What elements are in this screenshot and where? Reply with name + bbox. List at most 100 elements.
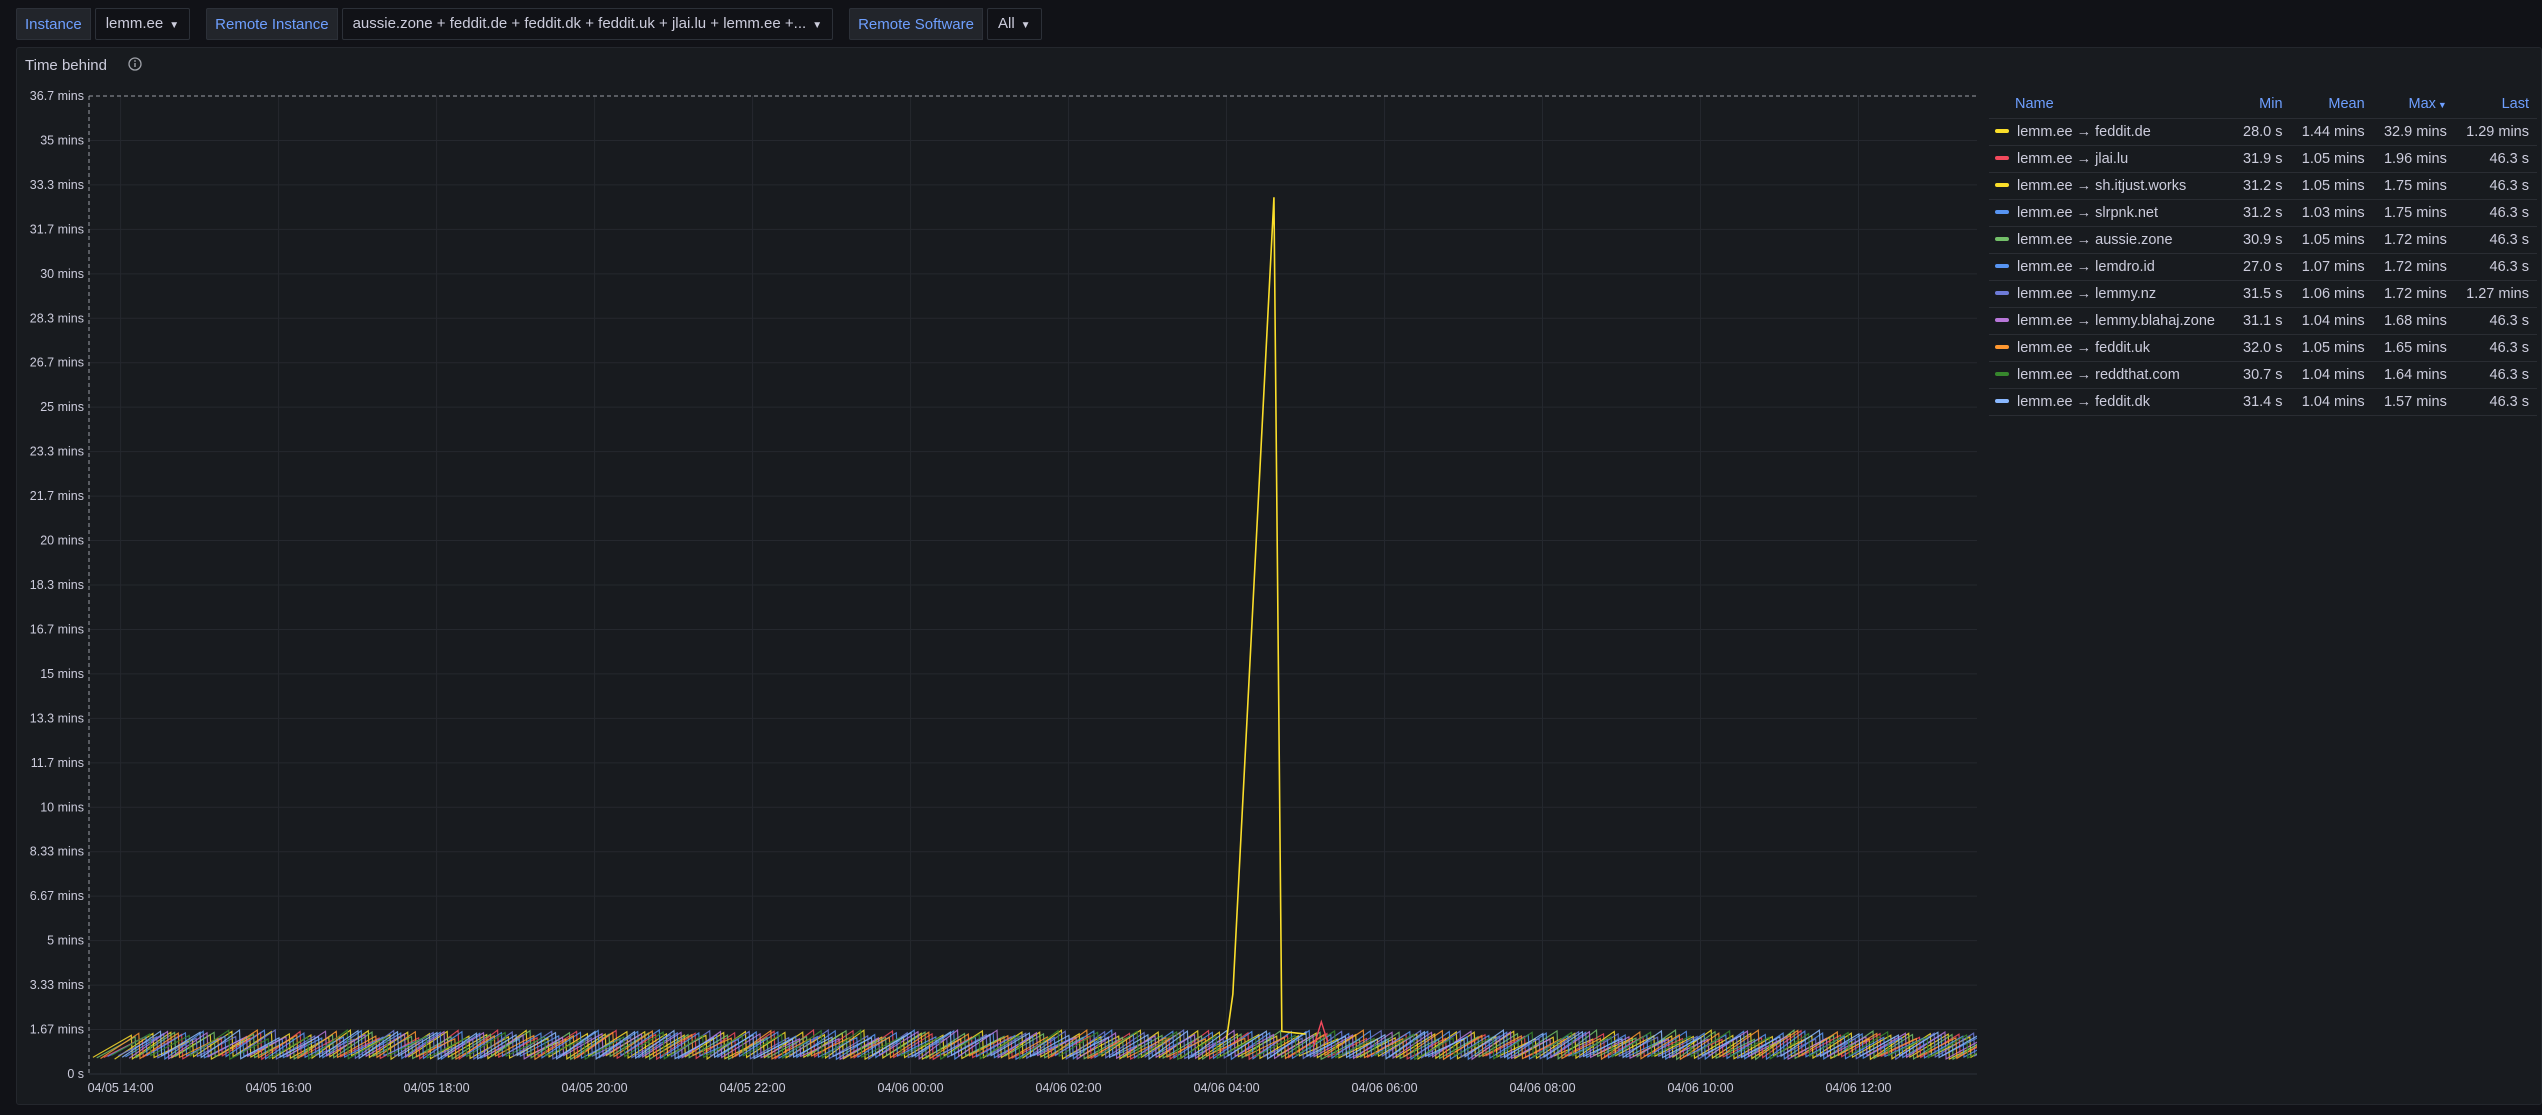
- legend-row[interactable]: lemm.ee → feddit.uk 32.0 s 1.05 mins 1.65 m…: [1989, 334, 2537, 362]
- legend-max: 1.75 mins: [2372, 199, 2455, 227]
- legend-mean: 1.04 mins: [2290, 307, 2373, 335]
- chevron-down-icon: ▼: [169, 20, 180, 31]
- y-tick-label: 8.33 mins: [30, 845, 84, 859]
- legend-series-name: lemm.ee → feddit.de: [1989, 118, 2233, 146]
- legend-header-max[interactable]: Max ▼: [2373, 90, 2455, 119]
- y-tick-label: 28.3 mins: [30, 311, 84, 325]
- chevron-down-icon: ▼: [812, 20, 823, 31]
- legend-last: 46.3 s: [2454, 388, 2537, 416]
- legend-mean: 1.03 mins: [2290, 199, 2373, 227]
- legend-series-name: lemm.ee → lemmy.nz: [1989, 280, 2233, 308]
- legend-row[interactable]: lemm.ee → lemmy.blahaj.zone 31.1 s 1.04 mi…: [1989, 307, 2537, 335]
- series-color-swatch: [1995, 317, 2009, 322]
- time-series-chart[interactable]: 0 s 1.67 mins 3.33 mins 5 mins 6.67 mins 8.33…: [17, 48, 1977, 1106]
- x-tick-label: 04/06 06:00: [1352, 1081, 1418, 1095]
- x-tick-label: 04/05 22:00: [720, 1081, 786, 1095]
- legend-last: 46.3 s: [2454, 226, 2537, 254]
- x-tick-label: 04/06 08:00: [1509, 1081, 1575, 1095]
- legend-mean: 1.06 mins: [2290, 280, 2373, 308]
- legend-row[interactable]: lemm.ee → jlai.lu 31.9 s 1.05 mins 1.96 min…: [1989, 145, 2537, 173]
- series-color-swatch: [1995, 236, 2009, 241]
- y-tick-label: 0 s: [67, 1067, 84, 1081]
- legend-min: 30.9 s: [2232, 226, 2291, 254]
- legend-last: 46.3 s: [2454, 253, 2537, 281]
- y-tick-label: 1.67 mins: [30, 1023, 84, 1037]
- legend-header-name[interactable]: Name: [1989, 90, 2233, 119]
- legend-header-min[interactable]: Min: [2233, 90, 2291, 119]
- variable-bar: Instance lemm.ee ▼ Remote Instance aussie…: [16, 8, 1042, 40]
- legend-min: 31.2 s: [2232, 172, 2291, 200]
- series-label: lemm.ee → lemmy.blahaj.zone: [2017, 313, 2215, 329]
- series-label: lemm.ee → feddit.uk: [2017, 340, 2150, 356]
- legend-row[interactable]: lemm.ee → feddit.dk 31.4 s 1.04 mins 1.57 m…: [1989, 388, 2537, 416]
- legend-row[interactable]: lemm.ee → reddthat.com 30.7 s 1.04 mins 1.6…: [1989, 361, 2537, 389]
- legend-min: 31.2 s: [2232, 199, 2291, 227]
- remote-software-variable-select[interactable]: All ▼: [986, 8, 1042, 40]
- instance-variable-value: lemm.ee: [105, 15, 164, 32]
- legend-min: 28.0 s: [2232, 118, 2291, 146]
- legend-series-name: lemm.ee → jlai.lu: [1989, 145, 2233, 173]
- remote-instance-variable-value: aussie.zone + feddit.de + feddit.dk + fe…: [352, 15, 807, 32]
- legend-last: 46.3 s: [2454, 334, 2537, 362]
- legend-row[interactable]: lemm.ee → lemdro.id 27.0 s 1.07 mins 1.72 m…: [1989, 253, 2537, 281]
- legend-mean: 1.44 mins: [2290, 118, 2373, 146]
- remote-instance-variable-label: Remote Instance: [206, 8, 338, 40]
- legend-last: 46.3 s: [2454, 145, 2537, 173]
- y-tick-label: 16.7 mins: [30, 622, 84, 636]
- y-tick-label: 25 mins: [40, 400, 84, 414]
- series-color-swatch: [1995, 128, 2009, 133]
- legend-min: 27.0 s: [2232, 253, 2291, 281]
- y-tick-label: 30 mins: [40, 267, 84, 281]
- legend-series-name: lemm.ee → sh.itjust.works: [1989, 172, 2233, 200]
- legend-mean: 1.05 mins: [2290, 226, 2373, 254]
- legend-max: 1.96 mins: [2372, 145, 2455, 173]
- legend-series-name: lemm.ee → slrpnk.net: [1989, 199, 2233, 227]
- y-tick-label: 11.7 mins: [31, 756, 84, 770]
- y-tick-label: 33.3 mins: [30, 178, 84, 192]
- legend-last: 1.27 mins: [2454, 280, 2537, 308]
- y-tick-label: 23.3 mins: [30, 445, 84, 459]
- series-color-swatch: [1995, 290, 2009, 295]
- legend-mean: 1.04 mins: [2290, 361, 2373, 389]
- legend-series-name: lemm.ee → lemdro.id: [1989, 253, 2233, 281]
- instance-variable-select[interactable]: lemm.ee ▼: [94, 8, 191, 40]
- sort-desc-icon: ▼: [2437, 100, 2447, 110]
- series-label: lemm.ee → aussie.zone: [2017, 232, 2173, 248]
- legend-max: 1.64 mins: [2372, 361, 2455, 389]
- legend-last: 1.29 mins: [2454, 118, 2537, 146]
- series-label: lemm.ee → lemdro.id: [2017, 259, 2155, 275]
- legend-row[interactable]: lemm.ee → sh.itjust.works 31.2 s 1.05 mins…: [1989, 172, 2537, 200]
- legend-min: 30.7 s: [2232, 361, 2291, 389]
- legend-mean: 1.04 mins: [2290, 388, 2373, 416]
- legend-row[interactable]: lemm.ee → slrpnk.net 31.2 s 1.03 mins 1.75 …: [1989, 199, 2537, 227]
- legend-max: 1.65 mins: [2372, 334, 2455, 362]
- legend-max: 1.72 mins: [2372, 226, 2455, 254]
- x-tick-label: 04/05 14:00: [88, 1081, 154, 1095]
- y-tick-label: 21.7 mins: [30, 489, 84, 503]
- legend-row[interactable]: lemm.ee → aussie.zone 30.9 s 1.05 mins 1.72…: [1989, 226, 2537, 254]
- legend-mean: 1.05 mins: [2290, 145, 2373, 173]
- remote-instance-variable-select[interactable]: aussie.zone + feddit.de + feddit.dk + fe…: [341, 8, 834, 40]
- legend-row[interactable]: lemm.ee → lemmy.nz 31.5 s 1.06 mins 1.72 mi…: [1989, 280, 2537, 308]
- legend-series-name: lemm.ee → lemmy.blahaj.zone: [1989, 307, 2233, 335]
- remote-software-variable-label: Remote Software: [849, 8, 983, 40]
- series-label: lemm.ee → feddit.de: [2017, 124, 2151, 140]
- legend-max: 1.57 mins: [2372, 388, 2455, 416]
- legend-last: 46.3 s: [2454, 361, 2537, 389]
- series-label: lemm.ee → jlai.lu: [2017, 151, 2129, 167]
- legend-header-last[interactable]: Last: [2455, 90, 2537, 119]
- legend-min: 31.5 s: [2232, 280, 2291, 308]
- series-color-swatch: [1995, 371, 2009, 376]
- y-tick-label: 6.67 mins: [30, 889, 84, 903]
- legend-series-name: lemm.ee → reddthat.com: [1989, 361, 2233, 389]
- legend-table: Name Min Mean Max ▼ Last lemm.ee → feddit…: [1989, 90, 2537, 416]
- legend-header-mean[interactable]: Mean: [2291, 90, 2373, 119]
- series-color-swatch: [1995, 398, 2009, 403]
- legend-mean: 1.05 mins: [2290, 172, 2373, 200]
- series-color-swatch: [1995, 155, 2009, 160]
- legend-row[interactable]: lemm.ee → feddit.de 28.0 s 1.44 mins 32.9 m…: [1989, 118, 2537, 146]
- legend-max: 1.72 mins: [2372, 280, 2455, 308]
- x-tick-label: 04/06 04:00: [1194, 1081, 1260, 1095]
- legend-max: 32.9 mins: [2372, 118, 2455, 146]
- series-label: lemm.ee → lemmy.nz: [2017, 286, 2157, 302]
